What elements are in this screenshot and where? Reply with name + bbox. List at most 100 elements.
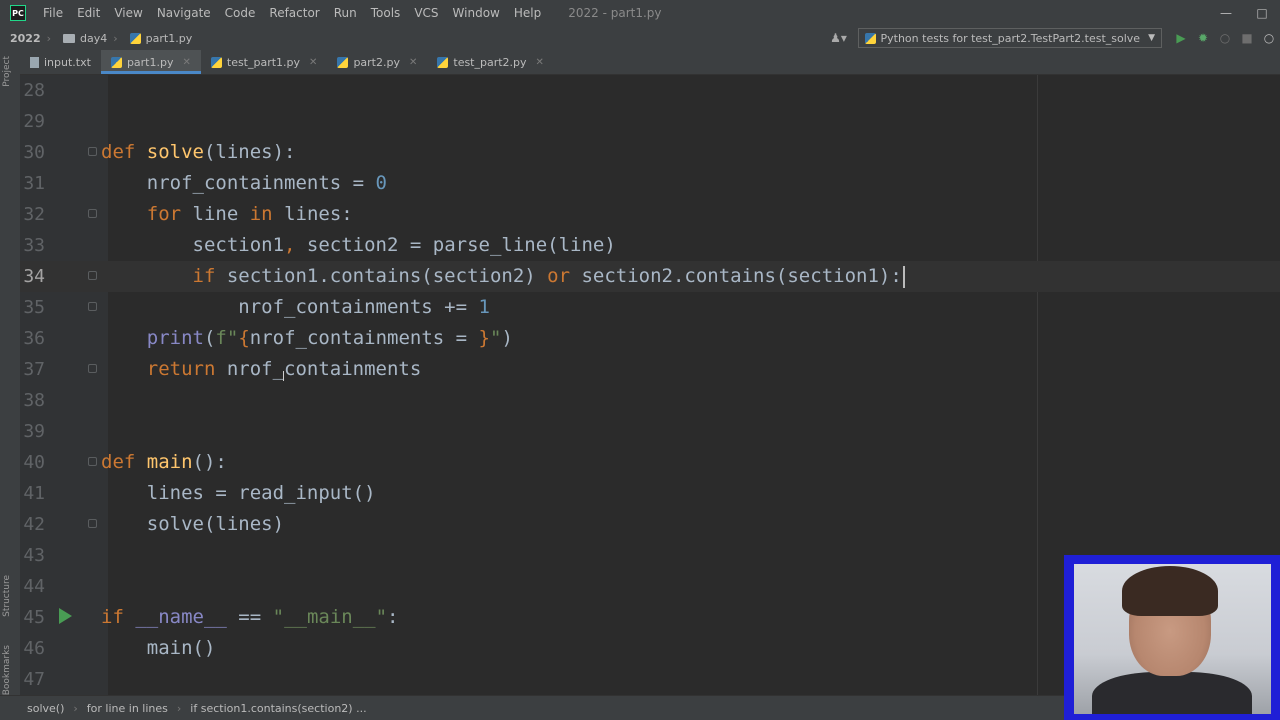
menu-edit[interactable]: Edit xyxy=(70,6,107,20)
bookmarks-tool-tab[interactable]: Bookmarks xyxy=(2,645,12,695)
run-configuration-select[interactable]: Python tests for test_part2.TestPart2.te… xyxy=(857,28,1162,48)
code-text: return nrof_containments xyxy=(146,358,422,380)
code-text: def main(): xyxy=(101,451,227,473)
line-number: 47 xyxy=(23,669,45,690)
fold-marker-icon[interactable] xyxy=(88,209,97,218)
menu-file[interactable]: File xyxy=(36,6,70,20)
tab-label: input.txt xyxy=(44,55,91,69)
mouse-ibeam-cursor xyxy=(283,371,288,381)
editor-tabs: input.txt part1.py ✕ test_part1.py ✕ par… xyxy=(20,50,1280,75)
code-line[interactable]: 32 for line in lines: xyxy=(20,199,1280,230)
window-controls: — □ xyxy=(1208,0,1280,26)
text-file-icon xyxy=(30,56,39,68)
fold-marker-icon[interactable] xyxy=(88,271,97,280)
status-breadcrumb[interactable]: for line in lines xyxy=(78,702,177,715)
fold-marker-icon[interactable] xyxy=(88,457,97,466)
tab-part2-py[interactable]: part2.py ✕ xyxy=(327,50,427,74)
pycharm-logo-icon: PC xyxy=(10,5,26,21)
code-line[interactable]: 30 def solve(lines): xyxy=(20,137,1280,168)
breadcrumb-folder-label: day4 xyxy=(80,31,108,45)
menu-help[interactable]: Help xyxy=(507,6,548,20)
stop-icon[interactable]: ■ xyxy=(1236,31,1258,45)
breadcrumb-file-label: part1.py xyxy=(145,31,193,45)
navigation-bar: 2022 › day4 › part1.py ♟▾ Python tests f… xyxy=(0,26,1280,51)
line-number: 44 xyxy=(23,576,45,597)
fold-marker-icon[interactable] xyxy=(88,519,97,528)
line-number: 38 xyxy=(23,390,45,411)
line-number: 32 xyxy=(23,204,45,225)
line-number: 28 xyxy=(23,80,45,101)
code-text: if section1.contains(section2) or sectio… xyxy=(101,261,905,292)
code-line[interactable]: 36 print(f"{nrof_containments = }") xyxy=(20,323,1280,354)
code-line[interactable]: 28 xyxy=(20,75,1280,106)
code-line[interactable]: 31 nrof_containments = 0 xyxy=(20,168,1280,199)
fold-marker-icon[interactable] xyxy=(88,147,97,156)
line-number: 39 xyxy=(23,421,45,442)
menu-navigate[interactable]: Navigate xyxy=(150,6,218,20)
menu-vcs[interactable]: VCS xyxy=(407,6,445,20)
code-text: def solve(lines): xyxy=(101,141,296,163)
code-text: for line in lines: xyxy=(146,203,353,225)
project-tool-tab[interactable]: Project xyxy=(2,56,12,87)
tab-test-part1-py[interactable]: test_part1.py ✕ xyxy=(201,50,328,74)
minimize-icon[interactable]: — xyxy=(1208,6,1244,20)
breadcrumb-folder[interactable]: day4 xyxy=(53,32,111,45)
code-line[interactable]: 35 nrof_containments += 1 xyxy=(20,292,1280,323)
line-number: 30 xyxy=(23,142,45,163)
line-number: 35 xyxy=(23,297,45,318)
coverage-icon[interactable]: ○ xyxy=(1214,31,1236,45)
run-gutter-icon[interactable] xyxy=(59,608,72,624)
run-icon[interactable]: ▶ xyxy=(1170,31,1192,45)
tab-label: test_part2.py xyxy=(453,55,527,69)
code-line[interactable]: 41 lines = read_input() xyxy=(20,478,1280,509)
menu-run[interactable]: Run xyxy=(327,6,364,20)
debug-icon[interactable]: ✹ xyxy=(1192,31,1214,45)
code-text: solve(lines) xyxy=(101,513,285,535)
code-line[interactable]: 29 xyxy=(20,106,1280,137)
tab-test-part2-py[interactable]: test_part2.py ✕ xyxy=(427,50,554,74)
status-bar: solve() › for line in lines › if section… xyxy=(0,695,1064,720)
close-icon[interactable]: ✕ xyxy=(536,57,544,68)
code-line[interactable]: 33 section1, section2 = parse_line(line) xyxy=(20,230,1280,261)
menu-view[interactable]: View xyxy=(107,6,149,20)
fold-marker-icon[interactable] xyxy=(88,364,97,373)
python-file-icon xyxy=(337,56,349,68)
status-breadcrumb[interactable]: if section1.contains(section2) ... xyxy=(181,702,375,715)
run-configuration-label: Python tests for test_part2.TestPart2.te… xyxy=(880,31,1141,45)
close-icon[interactable]: ✕ xyxy=(182,57,190,68)
python-file-icon xyxy=(437,56,449,68)
line-number: 37 xyxy=(23,359,45,380)
breadcrumb-file[interactable]: part1.py xyxy=(120,32,197,45)
structure-tool-tab[interactable]: Structure xyxy=(2,575,12,617)
maximize-icon[interactable]: □ xyxy=(1244,6,1280,20)
menu-refactor[interactable]: Refactor xyxy=(262,6,326,20)
python-file-icon xyxy=(210,56,222,68)
user-icon[interactable]: ♟▾ xyxy=(828,31,850,45)
close-icon[interactable]: ✕ xyxy=(309,57,317,68)
code-line[interactable]: 37 return nrof_containments xyxy=(20,354,1280,385)
code-line[interactable]: 38 xyxy=(20,385,1280,416)
text-caret xyxy=(902,265,905,288)
status-breadcrumb[interactable]: solve() xyxy=(0,702,73,715)
person-hair xyxy=(1122,566,1218,616)
tab-label: part1.py xyxy=(126,55,174,69)
left-tool-strip: Project Structure Bookmarks xyxy=(0,50,21,695)
menu-window[interactable]: Window xyxy=(446,6,507,20)
webcam-video xyxy=(1074,564,1271,714)
tab-input-txt[interactable]: input.txt xyxy=(20,50,101,74)
search-icon[interactable]: ○ xyxy=(1258,31,1280,45)
line-number: 43 xyxy=(23,545,45,566)
code-line[interactable]: 42 solve(lines) xyxy=(20,509,1280,540)
close-icon[interactable]: ✕ xyxy=(409,57,417,68)
person-shirt xyxy=(1092,672,1252,714)
python-test-icon xyxy=(864,32,876,44)
code-line[interactable]: 34 if section1.contains(section2) or sec… xyxy=(20,261,1280,292)
code-line[interactable]: 40 def main(): xyxy=(20,447,1280,478)
breadcrumb-project[interactable]: 2022 xyxy=(0,32,45,45)
menu-code[interactable]: Code xyxy=(218,6,263,20)
menu-tools[interactable]: Tools xyxy=(364,6,408,20)
tab-part1-py[interactable]: part1.py ✕ xyxy=(100,50,201,74)
breadcrumb-separator: › xyxy=(113,31,118,45)
code-line[interactable]: 39 xyxy=(20,416,1280,447)
fold-marker-icon[interactable] xyxy=(88,302,97,311)
